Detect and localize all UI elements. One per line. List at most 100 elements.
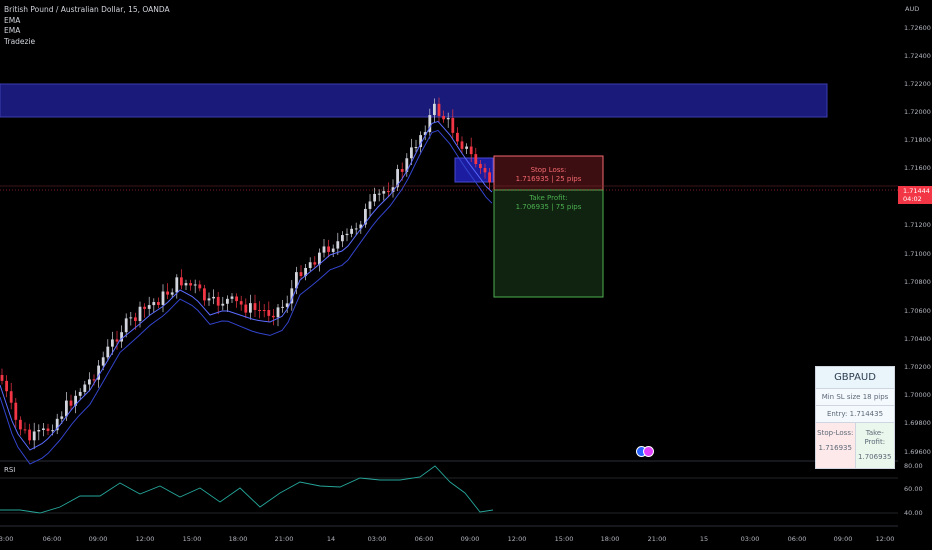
price-level: 1.72200 <box>904 80 931 88</box>
candle-body <box>368 201 372 209</box>
candle-body <box>212 296 215 299</box>
stop-loss-title: Stop Loss: <box>530 166 567 174</box>
candle-body <box>143 306 146 309</box>
price-level: 1.72400 <box>904 52 931 60</box>
take-profit-title: Take Profit: <box>529 194 568 202</box>
candle-body <box>180 277 183 286</box>
candle-body <box>60 416 64 419</box>
stop-loss-detail: 1.716935 | 25 pips <box>515 175 582 183</box>
bar-countdown: 04:02 <box>903 195 922 203</box>
candle-body <box>322 246 326 253</box>
price-level: 1.70400 <box>904 335 931 343</box>
candle-body <box>170 292 174 295</box>
take-profit-label[interactable]: Take Profit: 1.706935 | 75 pips <box>494 194 603 212</box>
candle-body <box>313 262 317 265</box>
rsi-title[interactable]: RSI <box>4 466 15 474</box>
candle-body <box>350 228 353 234</box>
candle-body <box>258 309 261 311</box>
current-price: 1.71444 <box>903 187 930 195</box>
panel-stop-loss: Stop-Loss: 1.716935 <box>816 423 856 468</box>
candle-body <box>23 429 27 431</box>
panel-sl-value: 1.716935 <box>818 444 852 452</box>
time-label: 15:00 <box>554 535 574 543</box>
event-flags-icon[interactable] <box>636 446 654 458</box>
rsi-level: 80.00 <box>904 462 923 470</box>
candle-body <box>354 228 358 230</box>
candle-body <box>111 339 114 347</box>
panel-tp-value: 1.706935 <box>858 453 892 461</box>
candle-body <box>129 317 133 319</box>
time-label: 09:00 <box>460 535 480 543</box>
candle-body <box>101 357 105 366</box>
time-label: 03:00 <box>367 535 387 543</box>
candle-body <box>5 380 8 392</box>
candle-body <box>387 191 390 193</box>
candle-body <box>166 291 169 295</box>
candle-body <box>83 384 87 392</box>
candle-body <box>253 303 257 310</box>
price-level: 1.71800 <box>904 136 931 144</box>
candle-body <box>331 248 335 252</box>
price-axis[interactable]: 1.72600 1.72400 1.72200 1.72000 1.71800 … <box>898 0 932 525</box>
candle-body <box>230 296 234 299</box>
candle-body <box>42 428 45 430</box>
panel-min-sl: Min SL size 18 pips <box>816 389 894 406</box>
candle-body <box>0 375 4 381</box>
candle-body <box>203 288 206 301</box>
time-label: 15:00 <box>182 535 202 543</box>
time-label: 12:00 <box>875 535 895 543</box>
candle-body <box>267 310 271 316</box>
candle-body <box>28 429 31 441</box>
candle-body <box>235 296 238 302</box>
candle-body <box>465 146 468 149</box>
ema-slow-line <box>0 129 493 465</box>
supply-zone <box>0 83 828 118</box>
time-label: 21:00 <box>274 535 294 543</box>
rsi-level: 40.00 <box>904 509 923 517</box>
time-label: 12:00 <box>507 535 527 543</box>
current-price-tag: 1.71444 04:02 <box>898 186 932 204</box>
panel-symbol: GBPAUD <box>816 367 894 389</box>
price-level: 1.72000 <box>904 108 931 116</box>
candle-body <box>226 298 229 304</box>
time-label: 21:00 <box>647 535 667 543</box>
candle-body <box>207 298 211 301</box>
stop-loss-label[interactable]: Stop Loss: 1.716935 | 25 pips <box>494 166 603 184</box>
candle-body <box>341 235 344 242</box>
candle-body <box>138 306 142 321</box>
price-level: 1.70000 <box>904 391 931 399</box>
candle-body <box>460 141 464 149</box>
price-level: 1.72600 <box>904 24 931 32</box>
candle-body <box>184 283 188 286</box>
time-label: 12:00 <box>135 535 155 543</box>
time-axis[interactable]: 03:00 06:00 09:00 12:00 15:00 18:00 21:0… <box>0 527 898 550</box>
candle-body <box>51 430 54 432</box>
price-level: 1.69600 <box>904 448 931 456</box>
candle-body <box>69 400 73 406</box>
candle-body <box>400 169 404 172</box>
price-chart[interactable] <box>0 0 898 527</box>
legend-ema-1[interactable]: EMA <box>4 16 170 27</box>
price-level: 1.69800 <box>904 419 931 427</box>
candle-body <box>46 428 50 432</box>
candle-body <box>437 103 441 116</box>
chart-root: British Pound / Australian Dollar, 15, O… <box>0 0 932 550</box>
price-level: 1.71000 <box>904 250 931 258</box>
candle-body <box>483 168 487 173</box>
candle-body <box>19 419 22 430</box>
symbol-title[interactable]: British Pound / Australian Dollar, 15, O… <box>4 5 170 16</box>
candle-body <box>106 346 110 358</box>
time-label: 06:00 <box>787 535 807 543</box>
candle-body <box>189 283 192 286</box>
candle-body <box>92 379 96 381</box>
trade-info-panel: GBPAUD Min SL size 18 pips Entry: 1.7144… <box>815 366 895 469</box>
candle-body <box>152 302 156 306</box>
legend-ema-2[interactable]: EMA <box>4 26 170 37</box>
candle-body <box>124 318 128 333</box>
candle-body <box>134 317 137 321</box>
candle-body <box>446 117 450 120</box>
candle-body <box>262 310 266 312</box>
legend-tradezie[interactable]: Tradezie <box>4 37 170 48</box>
rsi-level: 60.00 <box>904 485 923 493</box>
candle-body <box>327 246 330 252</box>
